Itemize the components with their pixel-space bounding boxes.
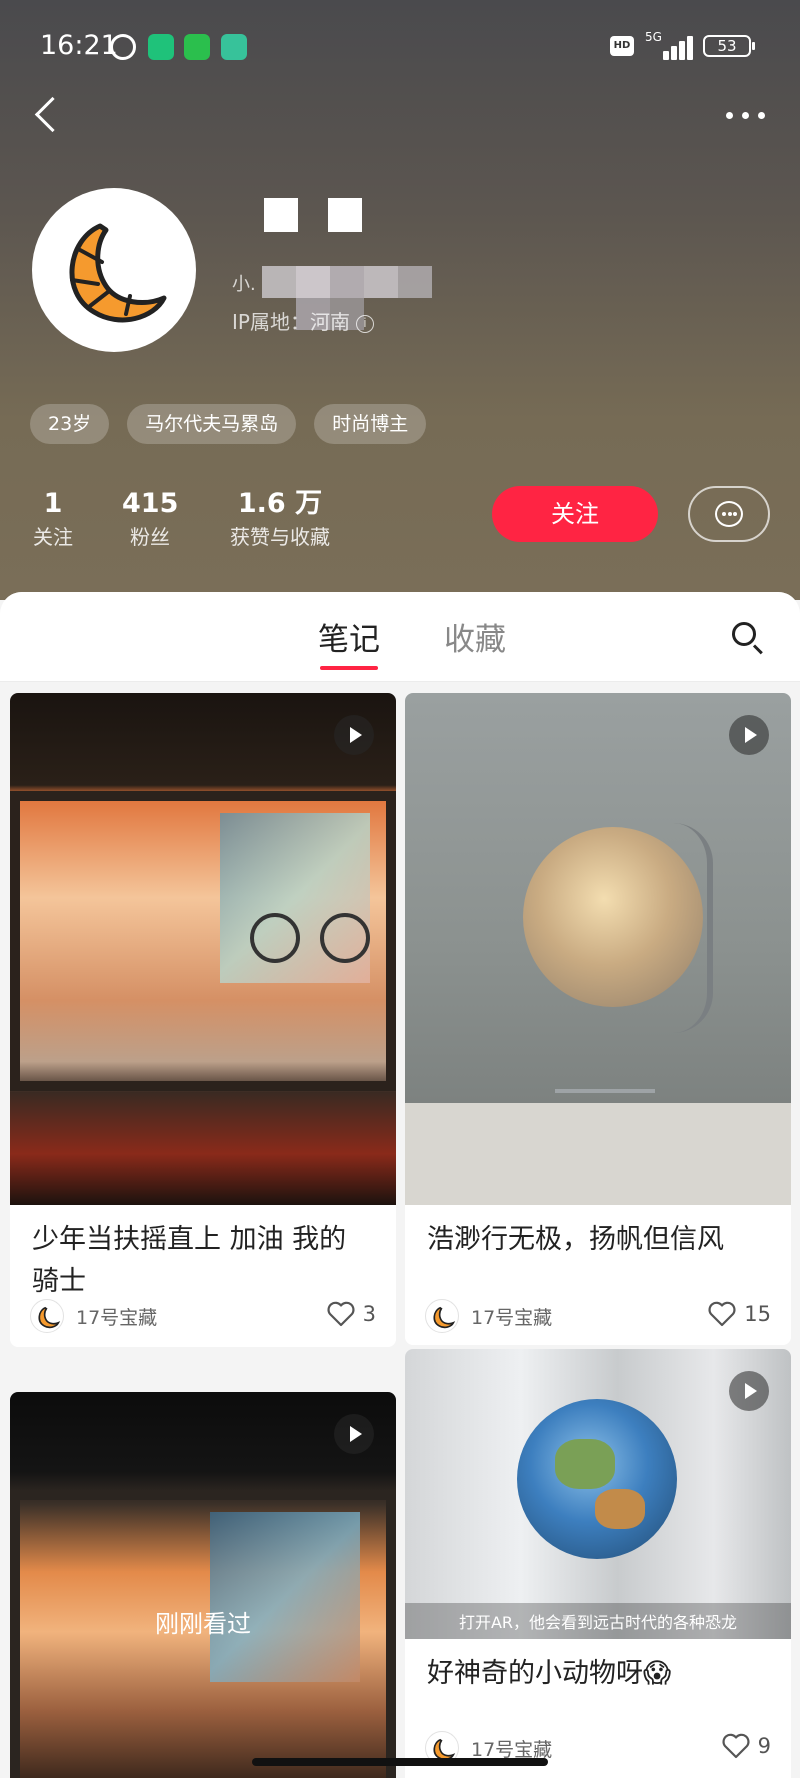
- stat-fans[interactable]: 415 粉丝: [122, 488, 178, 554]
- note-title: 少年当扶摇直上 加油 我的骑士: [32, 1224, 347, 1297]
- ip-location-text: IP属地：河南: [232, 310, 350, 334]
- tab-notes[interactable]: 笔记: [318, 614, 380, 670]
- heart-icon: [722, 1733, 750, 1759]
- following-label: 关注: [33, 525, 73, 549]
- more-icon[interactable]: [722, 100, 770, 130]
- note-title: 浩渺行无极，扬帆但信风: [427, 1224, 724, 1255]
- chat-icon: [715, 501, 743, 527]
- profile-tags: 23岁 马尔代夫马累岛 时尚博主: [30, 404, 427, 444]
- info-icon[interactable]: i: [355, 314, 374, 333]
- author-name: 17号宝藏: [76, 1306, 158, 1329]
- status-bar: 16:21 HD 5G 53: [0, 26, 800, 66]
- fans-label: 粉丝: [130, 525, 170, 549]
- notes-sheet: 笔记 收藏 少年当扶摇直上 加油 我的骑士 17号宝藏 3 浩渺行无极，扬帆但信…: [0, 592, 800, 1778]
- like-button[interactable]: 9: [722, 1733, 771, 1759]
- video-caption: 打开AR，他会看到远古时代的各种恐龙: [405, 1603, 791, 1639]
- like-button[interactable]: 15: [708, 1301, 771, 1327]
- note-title: 好神奇的小动物呀😱: [427, 1658, 672, 1689]
- following-count: 1: [43, 488, 63, 519]
- tab-collections[interactable]: 收藏: [444, 614, 506, 659]
- nickname-redacted: [264, 196, 364, 232]
- author-avatar: [30, 1299, 64, 1333]
- note-author[interactable]: 17号宝藏: [425, 1299, 552, 1333]
- note-cover-image: [10, 1392, 396, 1778]
- note-card[interactable]: 浩渺行无极，扬帆但信风 17号宝藏 15: [405, 693, 791, 1345]
- note-card[interactable]: 刚刚看过: [10, 1392, 396, 1778]
- note-cover-image: [10, 693, 396, 1205]
- author-name: 17号宝藏: [471, 1306, 553, 1329]
- play-icon: [334, 715, 374, 755]
- play-icon: [729, 715, 769, 755]
- tag-occupation: 时尚博主: [314, 404, 427, 444]
- author-avatar: [425, 1299, 459, 1333]
- user-id-label: 小.: [232, 274, 256, 295]
- note-author[interactable]: 17号宝藏: [30, 1299, 157, 1333]
- active-tab-indicator: [320, 666, 378, 670]
- heart-icon: [327, 1301, 355, 1327]
- shield-icon: [148, 34, 174, 60]
- back-icon[interactable]: [30, 92, 70, 136]
- stat-following[interactable]: 1 关注: [30, 488, 76, 554]
- status-time: 16:21: [40, 30, 118, 61]
- croissant-moon-icon: [69, 223, 167, 323]
- note-cover-image: [405, 693, 791, 1205]
- battery-icon: 53: [703, 35, 755, 57]
- stat-likes-collections[interactable]: 1.6 万 获赞与收藏: [224, 488, 336, 554]
- alarm-icon: [110, 34, 136, 60]
- play-icon: [334, 1414, 374, 1454]
- tag-age: 23岁: [30, 404, 110, 444]
- home-indicator[interactable]: [252, 1758, 548, 1766]
- profile-header: 16:21 HD 5G 53 小. IP属地：河南 i 23岁 马尔代夫马累岛 …: [0, 0, 800, 600]
- note-card[interactable]: 少年当扶摇直上 加油 我的骑士 17号宝藏 3: [10, 693, 396, 1347]
- tab-bar: 笔记 收藏: [0, 592, 800, 682]
- likes-count: 1.6 万: [237, 488, 323, 519]
- like-count: 15: [744, 1302, 771, 1326]
- avatar[interactable]: [32, 188, 196, 352]
- refresh-app-icon: [221, 34, 247, 60]
- hd-icon: HD: [610, 36, 634, 56]
- signal-icon: 5G: [645, 30, 693, 60]
- likes-label: 获赞与收藏: [230, 525, 330, 549]
- note-card[interactable]: 打开AR，他会看到远古时代的各种恐龙 好神奇的小动物呀😱 17号宝藏 9: [405, 1349, 791, 1778]
- wechat-icon: [184, 34, 210, 60]
- fans-count: 415: [122, 488, 179, 519]
- ip-location: IP属地：河南 i: [232, 306, 374, 335]
- tab-notes-label: 笔记: [318, 622, 380, 658]
- network-type: 5G: [645, 30, 662, 44]
- recently-viewed-label: 刚刚看过: [155, 1610, 251, 1638]
- message-button[interactable]: [688, 486, 770, 542]
- follow-button[interactable]: 关注: [492, 486, 658, 542]
- heart-icon: [708, 1301, 736, 1327]
- tag-location: 马尔代夫马累岛: [127, 404, 297, 444]
- search-icon[interactable]: [728, 618, 768, 658]
- like-button[interactable]: 3: [327, 1301, 376, 1327]
- like-count: 9: [757, 1734, 771, 1758]
- like-count: 3: [362, 1302, 376, 1326]
- play-icon: [729, 1371, 769, 1411]
